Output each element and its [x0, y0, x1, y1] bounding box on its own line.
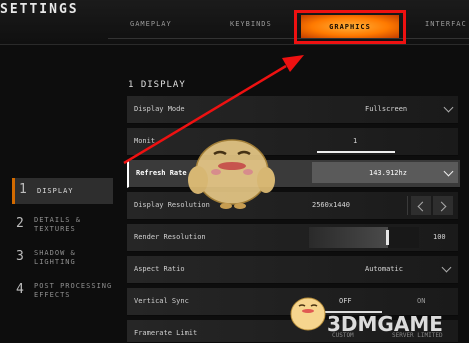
watermark-logo-icon [290, 297, 326, 331]
watermark-mascot-icon [188, 139, 275, 209]
watermark-brand: 3DMGAME [327, 312, 443, 336]
